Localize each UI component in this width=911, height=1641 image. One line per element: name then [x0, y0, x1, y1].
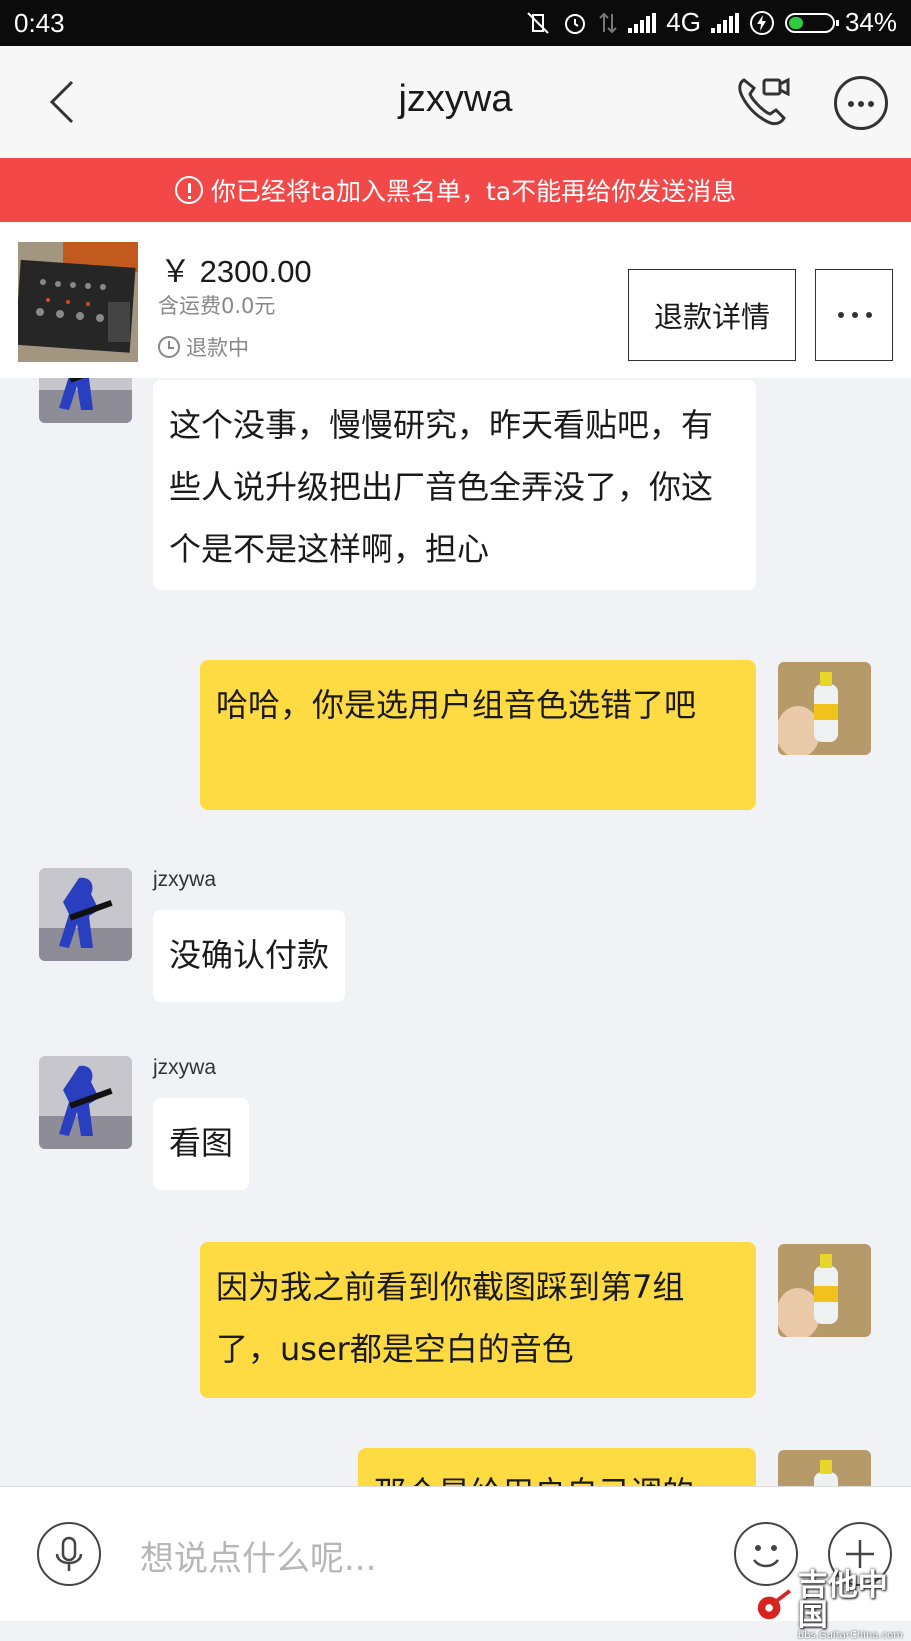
banner-text: 你已经将ta加入黑名单，ta不能再给你发送消息: [210, 177, 737, 206]
network-type: 4G: [666, 7, 701, 37]
chat-messages[interactable]: 这个没事，慢慢研究，昨天看贴吧，有些人说升级把出厂音色全弄没了，你这个是不是这样…: [0, 378, 911, 1486]
microphone-icon[interactable]: [37, 1522, 101, 1586]
message-bubble-outgoing[interactable]: 哈哈，你是选用户组音色选错了吧: [200, 660, 756, 810]
alert-icon: [174, 176, 203, 204]
status-time: 0:43: [14, 8, 65, 38]
message-bubble-incoming[interactable]: 看图: [153, 1098, 250, 1190]
message-bubble-outgoing[interactable]: 那个是给用户自己调的: [358, 1448, 756, 1486]
contact-avatar[interactable]: [39, 378, 132, 423]
message-bubble-incoming[interactable]: 这个没事，慢慢研究，昨天看贴吧，有些人说升级把出厂音色全弄没了，你这个是不是这样…: [153, 380, 756, 590]
my-avatar[interactable]: [778, 662, 871, 755]
site-watermark: 吉他中国 bbs.GuitarChina.com: [754, 1571, 911, 1641]
battery-icon: [784, 12, 839, 33]
mute-vibrate-icon: [527, 11, 549, 34]
clock-icon: [158, 336, 180, 358]
alarm-icon: [565, 13, 586, 34]
status-icons: 4G 34%: [524, 7, 897, 38]
message-bubble-incoming[interactable]: 没确认付款: [153, 910, 346, 1002]
charging-icon: [749, 10, 774, 35]
product-price: ￥ 2300.00: [160, 254, 312, 289]
refund-status-text: 退款中: [186, 336, 249, 360]
chat-header: jzxywa: [0, 46, 911, 158]
guitar-logo-icon: [757, 1589, 791, 1620]
my-avatar[interactable]: [778, 1450, 871, 1486]
message-input[interactable]: 想说点什么呢...: [140, 1531, 376, 1580]
data-transfer-icon: [599, 12, 617, 33]
more-horizontal-icon[interactable]: [834, 76, 888, 130]
message-bubble-outgoing[interactable]: 因为我之前看到你截图踩到第7组了，user都是空白的音色: [200, 1242, 756, 1398]
blacklist-banner: 你已经将ta加入黑名单，ta不能再给你发送消息: [0, 158, 911, 222]
watermark-url: bbs.GuitarChina.com: [797, 1630, 903, 1641]
signal-1-icon: [628, 12, 657, 33]
refund-status: 退款中: [158, 332, 249, 362]
contact-avatar[interactable]: [39, 1056, 132, 1149]
product-card[interactable]: ￥ 2300.00 含运费0.0元 退款中 退款详情: [0, 222, 911, 378]
product-more-button[interactable]: [815, 269, 893, 361]
battery-percent: 34%: [844, 7, 897, 37]
sender-name: jzxywa: [153, 868, 217, 891]
status-bar: 0:43 4G 34%: [0, 0, 911, 46]
my-avatar[interactable]: [778, 1244, 871, 1337]
sender-name: jzxywa: [153, 1056, 217, 1079]
contact-avatar[interactable]: [39, 868, 132, 961]
product-thumbnail[interactable]: [18, 242, 138, 362]
signal-2-icon: [710, 12, 739, 33]
guitar-pedal-image: [18, 242, 138, 362]
watermark-title: 吉他中国: [797, 1568, 888, 1633]
shipping-fee: 含运费0.0元: [158, 294, 276, 318]
refund-details-button[interactable]: 退款详情: [628, 269, 796, 361]
phone-video-icon[interactable]: [734, 72, 792, 130]
